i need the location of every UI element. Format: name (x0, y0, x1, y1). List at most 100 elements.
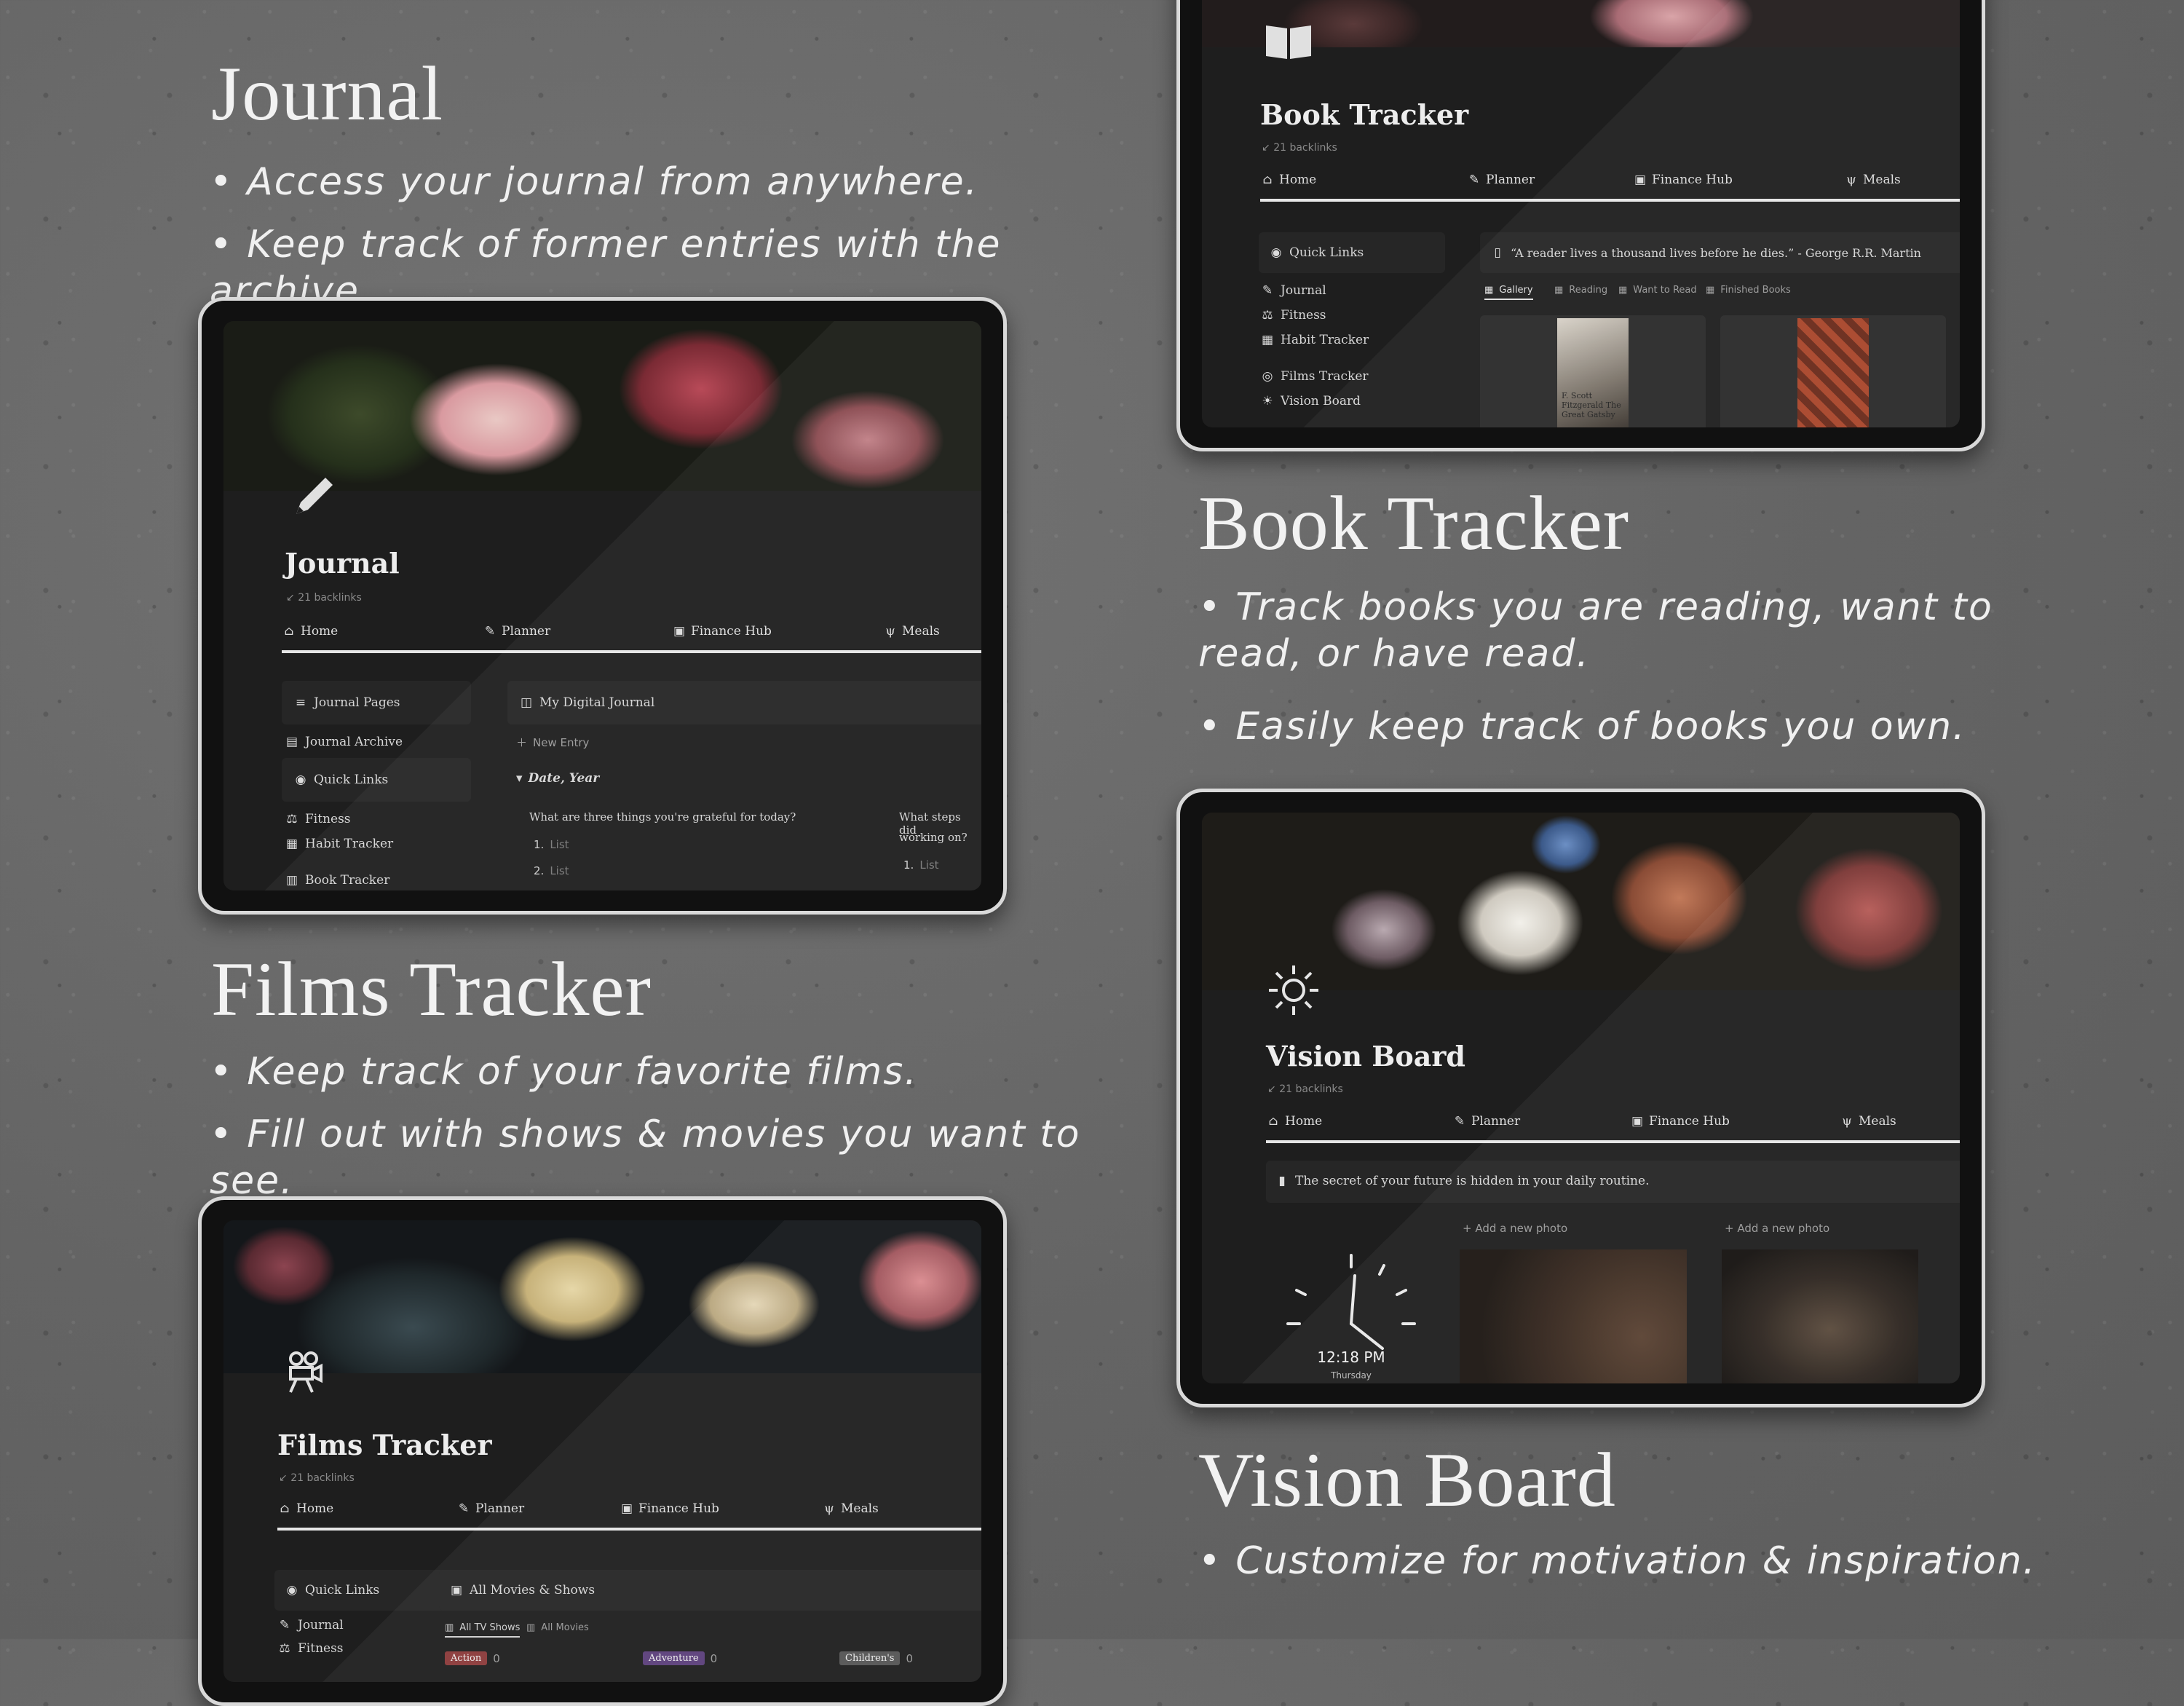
house-icon: ⌂ (1268, 1114, 1278, 1129)
tab-label: Want to Read (1633, 285, 1697, 296)
sidebar-item-films-tracker[interactable]: ◎ Films Tracker (1260, 369, 1369, 384)
tab-gallery[interactable]: ▦ Gallery (1484, 285, 1533, 300)
view-tab-tv[interactable]: ▥ All TV Shows (445, 1622, 521, 1638)
callout-text: ▮ The secret of your future is hidden in … (1275, 1174, 1649, 1188)
nav-planner[interactable]: ✎ Planner (456, 1501, 524, 1516)
vision-photo[interactable] (1722, 1249, 1918, 1383)
nav-planner[interactable]: ✎ Planner (1452, 1114, 1520, 1129)
sidebar-label: Habit Tracker (1281, 333, 1369, 347)
sidebar-label: Habit Tracker (305, 837, 394, 851)
films-bullets: Keep track of your favorite films. Fill … (210, 1049, 1156, 1220)
group-toggle[interactable]: ▾ Date, Year (516, 771, 599, 786)
tab-reading[interactable]: ▦ Reading (1554, 285, 1607, 296)
sidebar-label: Quick Links (314, 773, 389, 787)
vision-tablet: Vision Board ↙ 21 backlinks ⌂ Home ✎ Plann… (1176, 789, 1985, 1407)
nav-planner-label: Planner (1471, 1114, 1521, 1129)
new-entry-button[interactable]: ＋ New Entry (516, 735, 589, 750)
sidebar-item-fitness[interactable]: ⚖ Fitness (1260, 308, 1326, 323)
films-heading: Films Tracker (211, 947, 652, 1032)
group-tag: Adventure (643, 1651, 705, 1665)
sidebar-item-fitness[interactable]: ⚖ Fitness (285, 812, 350, 826)
board-group-adventure[interactable]: Adventure 0 (643, 1651, 717, 1665)
list-placeholder: List (550, 864, 569, 877)
sidebar-item-vision-board[interactable]: ☀ Vision Board (1260, 394, 1361, 408)
vision-photo[interactable] (1460, 1249, 1687, 1383)
book-tracker-heading: Book Tracker (1198, 481, 1630, 566)
book-bullets: Track books you are reading, want to rea… (1198, 584, 2094, 766)
pen-icon: ✎ (484, 624, 496, 639)
board-group-action[interactable]: Action 0 (445, 1651, 500, 1665)
utensils-icon: ψ (1846, 173, 1856, 187)
backlinks-label: 21 backlinks (1279, 1083, 1343, 1095)
list-number: 2. (534, 864, 545, 877)
sidebar-item-journal-archive[interactable]: ▤ Journal Archive (285, 735, 403, 749)
sidebar-item-journal-pages[interactable]: ≡ Journal Pages (293, 695, 400, 710)
document-icon: ▯ (1494, 245, 1501, 260)
list-item[interactable]: 1. List (534, 838, 569, 851)
tab-label: Reading (1569, 285, 1608, 296)
sidebar-item-journal[interactable]: ✎ Journal (1260, 283, 1326, 298)
floral-cover (223, 321, 981, 491)
sidebar-item-journal[interactable]: ✎ Journal (277, 1618, 344, 1632)
nav-home[interactable]: ⌂ Home (277, 1501, 334, 1516)
sidebar-label: Journal Pages (314, 695, 400, 710)
nav-planner[interactable]: ✎ Planner (1467, 173, 1535, 187)
list-placeholder: List (919, 858, 939, 872)
backlinks[interactable]: ↙ 21 backlinks (1262, 142, 1337, 154)
nav-bar: ⌂ Home ✎ Planner ▣ Finance Hub ψ Meals (277, 1501, 981, 1531)
sidebar-label: Fitness (1281, 308, 1326, 323)
movie-camera-icon (282, 1348, 330, 1399)
nav-planner[interactable]: ✎ Planner (483, 624, 550, 639)
backlinks[interactable]: ↙ 21 backlinks (1267, 1083, 1343, 1095)
sidebar-item-quick-links[interactable]: ◉ Quick Links (1269, 245, 1364, 260)
sun-icon (1266, 963, 1321, 1021)
money-icon: ▣ (1631, 1114, 1644, 1129)
list-item[interactable]: 1. List (903, 858, 939, 872)
nav-finance-hub[interactable]: ▣ Finance Hub (620, 1501, 719, 1516)
calendar-icon: ▦ (285, 837, 298, 851)
book-tablet: Book Tracker ↙ 21 backlinks ⌂ Home ✎ Plann… (1176, 0, 1985, 451)
nav-home[interactable]: ⌂ Home (282, 624, 339, 639)
backlinks[interactable]: ↙ 21 backlinks (279, 1472, 355, 1484)
nav-meals[interactable]: ψ Meals (883, 624, 939, 639)
nav-meals-label: Meals (841, 1501, 879, 1516)
view-tab-movies[interactable]: ▥ All Movies (526, 1622, 589, 1633)
utensils-icon: ψ (1842, 1114, 1852, 1129)
nav-meals[interactable]: ψ Meals (822, 1501, 879, 1516)
backlinks[interactable]: ↙ 21 backlinks (286, 592, 362, 604)
board-group-childrens[interactable]: Children's 0 (839, 1651, 913, 1665)
sidebar-item-book-tracker[interactable]: ▥ Book Tracker (285, 873, 389, 888)
sidebar-label: Quick Links (305, 1583, 380, 1598)
backlinks-label: 21 backlinks (290, 1472, 355, 1484)
add-photo-button[interactable]: + Add a new photo (1725, 1222, 1829, 1235)
page-title: Films Tracker (277, 1429, 492, 1461)
nav-finance-hub[interactable]: ▣ Finance Hub (1630, 1114, 1730, 1129)
tab-finished-books[interactable]: ▦ Finished Books (1706, 285, 1791, 296)
sidebar-label: Fitness (298, 1641, 344, 1656)
sidebar-item-fitness[interactable]: ⚖ Fitness (277, 1641, 344, 1656)
nav-finance-hub[interactable]: ▣ Finance Hub (672, 624, 772, 639)
list-item[interactable]: 2. List (534, 864, 569, 877)
list-placeholder: List (550, 838, 569, 851)
add-photo-button[interactable]: + Add a new photo (1463, 1222, 1567, 1235)
sidebar-item-habit-tracker[interactable]: ▦ Habit Tracker (1260, 333, 1369, 347)
sidebar-item-quick-links[interactable]: ◉ Quick Links (293, 773, 389, 787)
sidebar-item-quick-links[interactable]: ◉ Quick Links (285, 1583, 380, 1598)
nav-meals[interactable]: ψ Meals (1844, 173, 1900, 187)
house-icon: ⌂ (284, 624, 294, 639)
sidebar-label: Vision Board (1281, 394, 1361, 408)
nav-home[interactable]: ⌂ Home (1266, 1114, 1323, 1129)
sun-icon: ☀ (1262, 394, 1273, 408)
sidebar-item-habit-tracker[interactable]: ▦ Habit Tracker (285, 837, 393, 851)
sidebar-label: Films Tracker (1281, 369, 1369, 384)
nav-meals[interactable]: ψ Meals (1840, 1114, 1896, 1129)
calendar-icon: ▦ (1261, 333, 1274, 347)
list-number: 1. (903, 858, 914, 872)
journal-screen: Journal ↙ 21 backlinks ⌂ Home ✎ Planner ▣ F… (223, 321, 981, 890)
database-title-label: My Digital Journal (539, 695, 655, 710)
tab-want-to-read[interactable]: ▦ Want to Read (1618, 285, 1697, 296)
database-title[interactable]: ◫ My Digital Journal (519, 695, 654, 710)
nav-home[interactable]: ⌂ Home (1260, 173, 1317, 187)
nav-finance-hub[interactable]: ▣ Finance Hub (1633, 173, 1733, 187)
database-title[interactable]: ▣ All Movies & Shows (449, 1583, 595, 1598)
